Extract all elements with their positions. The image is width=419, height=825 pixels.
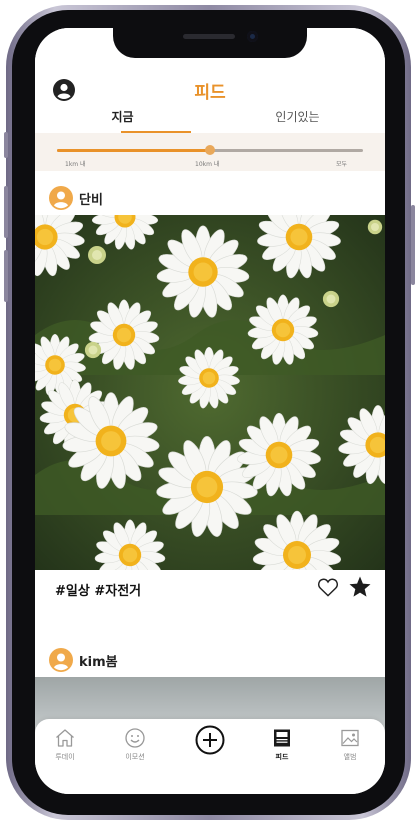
avatar — [49, 648, 73, 672]
speaker-grille — [183, 34, 235, 39]
distance-label-1km: 1km 내 — [65, 161, 86, 168]
nav-label: 피드 — [275, 753, 289, 761]
nav-label: 투데이 — [55, 753, 75, 761]
post-caption: #일상 #자전거 — [55, 584, 142, 599]
avatar — [49, 186, 73, 210]
home-icon — [56, 729, 74, 747]
post-photo[interactable] — [35, 215, 385, 570]
smiley-icon — [125, 728, 145, 748]
phone-volume-down-button — [4, 250, 8, 302]
nav-emotion[interactable]: 이모션 — [105, 727, 165, 762]
distance-label-10km: 10km 내 — [195, 161, 220, 168]
feed-tabs: 지금 인기있는 — [35, 108, 385, 134]
plus-circle-icon — [195, 725, 225, 755]
phone-notch — [113, 20, 307, 58]
nav-feed[interactable]: 피드 — [252, 727, 312, 762]
page-title: 피드 — [194, 83, 226, 103]
nav-label: 앨범 — [343, 753, 357, 761]
phone-mute-button — [4, 132, 8, 158]
post-username: kim봄 — [79, 655, 118, 670]
post-username: 단비 — [79, 193, 103, 208]
tab-popular[interactable]: 인기있는 — [210, 108, 385, 125]
distance-label-all: 모두 — [336, 161, 348, 168]
bottom-nav: 투데이 이모션 피드 앨범 — [35, 719, 385, 794]
album-icon — [341, 729, 359, 747]
heart-icon[interactable] — [317, 577, 339, 597]
tab-now[interactable]: 지금 — [35, 108, 210, 125]
daisy-photo — [35, 215, 385, 570]
distance-slider-thumb[interactable] — [205, 145, 215, 155]
feed-icon — [274, 729, 290, 747]
star-icon[interactable] — [348, 575, 372, 599]
phone-volume-up-button — [4, 186, 8, 238]
nav-label: 이모션 — [125, 753, 145, 761]
nav-add[interactable] — [180, 725, 240, 755]
nav-album[interactable]: 앨범 — [320, 727, 380, 762]
front-camera — [247, 31, 258, 42]
phone-power-button — [411, 205, 415, 285]
nav-today[interactable]: 투데이 — [35, 727, 95, 762]
distance-slider-fill — [57, 149, 210, 152]
app-screen: 피드 지금 인기있는 1km 내 10km 내 모두 단비 #일상 #자전거 k… — [35, 28, 385, 794]
